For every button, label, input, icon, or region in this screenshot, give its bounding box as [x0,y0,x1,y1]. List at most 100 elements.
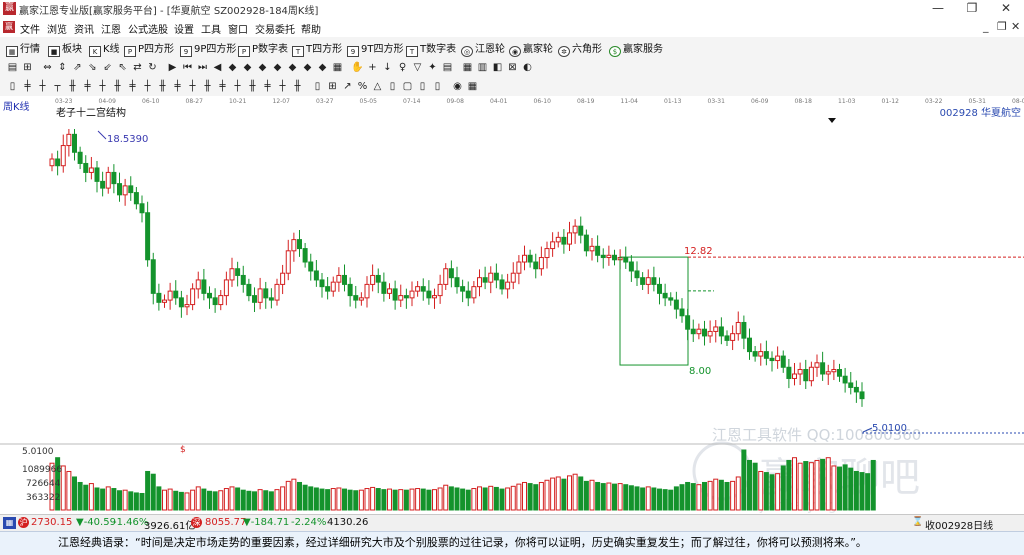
candle-body[interactable] [657,283,662,294]
winner-wheel-button[interactable]: ◉ 赢家轮 [509,40,553,57]
tool-10-icon[interactable]: ┼ [141,80,154,93]
candle-body[interactable] [792,373,797,379]
candle-body[interactable] [454,277,460,288]
candle-body[interactable] [150,259,156,294]
candle-body[interactable] [195,279,201,290]
candle-body[interactable] [375,274,381,283]
minimize-button[interactable]: — [921,0,955,18]
candle-body[interactable] [420,286,426,292]
draw-tool-32-icon[interactable]: ◧ [491,61,504,74]
tool-31-icon[interactable]: ▦ [466,80,479,93]
candle-body[interactable] [415,286,421,292]
candle-body[interactable] [178,297,184,308]
draw-tool-3-icon[interactable]: ⇔ [41,61,54,74]
candle-body[interactable] [606,254,612,259]
draw-tool-1-icon[interactable]: ▤ [6,61,19,74]
tool-8-icon[interactable]: ╫ [111,80,124,93]
quote-button[interactable]: ▦ 行情 [6,40,40,57]
candle-body[interactable] [561,236,567,245]
draw-tool-13-icon[interactable]: ⏭ [196,61,209,74]
9t-square-button[interactable]: 9 9T四方形 [347,40,403,57]
candle-body[interactable] [555,236,561,243]
candle-body[interactable] [820,362,826,375]
candle-body[interactable] [55,158,61,167]
candle-body[interactable] [477,277,482,288]
hexagon-button[interactable]: ✲ 六角形 [558,40,602,57]
candle-body[interactable] [207,292,212,299]
draw-tool-5-icon[interactable]: ⇗ [71,61,84,74]
candle-body[interactable] [448,268,454,279]
candle-body[interactable] [763,351,769,359]
tool-17-icon[interactable]: ╫ [246,80,259,93]
t-square-button[interactable]: T T四方形 [292,40,342,57]
draw-tool-19-icon[interactable]: ◆ [286,61,299,74]
menu-help[interactable]: 帮助 [301,21,321,36]
draw-tool-10-icon[interactable]: ↻ [146,61,159,74]
tool-18-icon[interactable]: ╪ [261,80,274,93]
menu-info[interactable]: 资讯 [74,21,94,36]
candle-body[interactable] [398,295,404,301]
candle-body[interactable] [347,283,353,297]
tool-6-icon[interactable]: ╪ [81,80,94,93]
candle-body[interactable] [330,281,336,292]
candle-body[interactable] [392,288,398,301]
candle-body[interactable] [640,277,646,285]
draw-tool-30-icon[interactable]: ▦ [461,61,474,74]
draw-tool-29-icon[interactable]: ▤ [441,61,454,74]
candle-body[interactable] [679,308,685,317]
p-number-table-button[interactable]: P P数字表 [238,40,288,57]
candle-body[interactable] [651,277,657,285]
candle-body[interactable] [252,295,257,303]
candle-body[interactable] [668,297,674,301]
candle-body[interactable] [49,158,55,167]
candle-body[interactable] [831,369,837,373]
draw-tool-28-icon[interactable]: ✦ [426,61,439,74]
candle-body[interactable] [212,297,218,306]
tool-23-icon[interactable]: ↗ [341,80,354,93]
tool-11-icon[interactable]: ╫ [156,80,169,93]
candle-body[interactable] [117,183,122,196]
candle-body[interactable] [88,167,94,173]
candle-body[interactable] [77,151,83,164]
candle-body[interactable] [66,133,72,147]
t-number-table-button[interactable]: T T数字表 [406,40,456,57]
tool-15-icon[interactable]: ╪ [216,80,229,93]
candle-body[interactable] [184,304,190,308]
candle-body[interactable] [808,366,814,382]
tool-28-icon[interactable]: ▯ [416,80,429,93]
candle-body[interactable] [578,225,584,236]
candle-body[interactable] [600,254,606,259]
candle-body[interactable] [825,371,831,375]
tool-24-icon[interactable]: % [356,80,369,93]
candle-body[interactable] [72,133,77,153]
draw-tool-33-icon[interactable]: ⊠ [506,61,519,74]
candle-body[interactable] [690,328,696,335]
tool-21-icon[interactable]: ▯ [311,80,324,93]
draw-tool-11-icon[interactable]: ▶ [166,61,179,74]
menu-formula[interactable]: 公式选股 [128,21,168,36]
candle-body[interactable] [302,248,308,263]
candle-body[interactable] [567,232,572,245]
candle-body[interactable] [218,295,224,306]
winner-service-button[interactable]: $ 赢家服务 [609,40,663,57]
tool-20-icon[interactable]: ╫ [291,80,304,93]
candle-body[interactable] [702,328,707,337]
candle-body[interactable] [645,277,651,285]
candle-body[interactable] [780,355,786,368]
draw-tool-31-icon[interactable]: ▥ [476,61,489,74]
candle-body[interactable] [628,261,634,272]
candle-body[interactable] [145,212,151,261]
draw-tool-14-icon[interactable]: ◀ [211,61,224,74]
menu-app-icon[interactable]: 赢 [3,21,15,33]
tool-29-icon[interactable]: ▯ [431,80,444,93]
candle-body[interactable] [662,292,668,299]
candle-body[interactable] [730,333,736,341]
candle-body[interactable] [122,185,128,196]
candle-body[interactable] [173,290,179,299]
candle-body[interactable] [381,281,387,294]
candle-body[interactable] [364,283,370,299]
tool-19-icon[interactable]: ┼ [276,80,289,93]
candle-body[interactable] [842,375,848,384]
p-square-button[interactable]: P P四方形 [124,40,174,57]
tool-27-icon[interactable]: ▢ [401,80,414,93]
